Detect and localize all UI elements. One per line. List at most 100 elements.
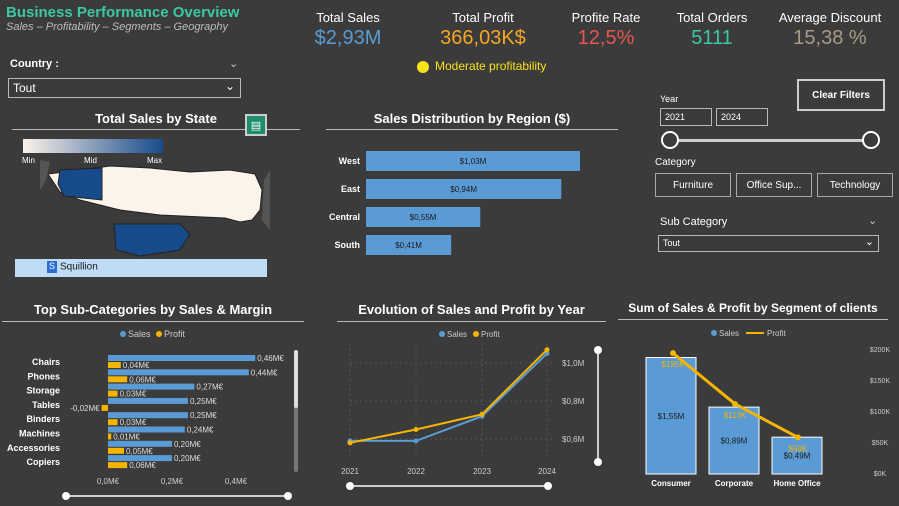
year-label: Year — [660, 94, 679, 104]
legend-profit-dot — [156, 331, 162, 337]
vertical-scrollbar-thumb — [294, 350, 298, 408]
category-office-supplies-button[interactable]: Office Sup... — [736, 173, 812, 197]
kpi-average-discount: Average Discount 15,38 % — [765, 10, 895, 50]
region-data-label: $1,03M — [460, 157, 487, 166]
map-region-south[interactable] — [113, 223, 191, 257]
year-slider-track[interactable] — [670, 139, 872, 142]
map-color-legend — [23, 139, 163, 153]
chevron-down-icon: ⌄ — [864, 236, 874, 248]
legend-sales-dot — [120, 331, 126, 337]
subcat-profit-label: 0,06M€ — [129, 461, 156, 470]
brand-name: Squillion — [60, 261, 98, 273]
subcat-sales-label: 0,46M€ — [257, 354, 284, 363]
category-technology-button[interactable]: Technology — [817, 173, 893, 197]
subcategory-label: Sub Category — [660, 216, 728, 228]
kpi-total-orders: Total Orders 5111 — [647, 10, 777, 50]
subcat-x-tick: 0,4M€ — [225, 477, 248, 486]
subcat-sales-label: 0,20M€ — [174, 454, 201, 463]
region-chart-title: Sales Distribution by Region ($) — [326, 111, 618, 130]
country-dropdown[interactable]: Tout ⌄ — [8, 78, 241, 98]
segment-sales-label: $1,55M — [658, 412, 685, 421]
segment-y-tick: $50K — [872, 440, 889, 447]
map-region-northwest[interactable] — [57, 167, 103, 201]
us-state-map[interactable] — [40, 160, 270, 260]
subcat-chart-title: Top Sub-Categories by Sales & Margin — [2, 302, 304, 322]
subcat-category-label: Chairs — [32, 357, 60, 367]
year-to-input[interactable]: 2024 — [716, 108, 768, 126]
evo-y-tick: $1,0M — [562, 359, 585, 368]
region-data-label: $0,94M — [450, 185, 477, 194]
segment-category-label: Consumer — [651, 479, 691, 488]
subcategory-dropdown[interactable]: Tout ⌄ — [658, 235, 879, 252]
legend-profit-label: Profit — [767, 329, 786, 338]
subcat-category-label: Machines — [19, 429, 60, 439]
subcat-sales-bar — [108, 397, 188, 404]
horizontal-slider-end-handle — [284, 492, 292, 500]
subcat-sales-label: 0,24M€ — [187, 426, 214, 435]
evolution-line-chart[interactable]: Sales Profit $1,0M $0,8M $0,6M 2021 2022 2023 20… — [330, 324, 610, 494]
subcat-sales-label: 0,20M€ — [174, 440, 201, 449]
segment-combo-chart[interactable]: Sales Profit $200K $150K $100K $50K $0K $1,55M C… — [618, 322, 898, 492]
region-bar-chart[interactable]: West $1,03M East $0,94M Central $0,55M South $0… — [326, 140, 616, 270]
subcat-category-label: Tables — [32, 400, 60, 410]
kpi-label: Total Profit — [452, 10, 514, 25]
kpi-label: Average Discount — [778, 10, 882, 25]
evo-y-tick: $0,8M — [562, 397, 585, 406]
page-subtitle: Sales – Profitability – Segments – Geogr… — [6, 21, 228, 33]
subcat-profit-label: -0,02M€ — [70, 404, 100, 413]
subcat-bar-chart[interactable]: Sales Profit Chairs 0,46M€ 0,04M€ Phones 0,44M… — [2, 324, 304, 504]
subcat-profit-bar — [108, 433, 112, 440]
segment-y-tick: $100K — [870, 409, 891, 416]
evo-profit-point — [347, 440, 353, 446]
clear-filters-button[interactable]: Clear Filters — [797, 79, 885, 111]
vertical-slider-bottom-handle — [594, 458, 602, 466]
segment-category-label: Home Office — [773, 479, 821, 488]
profitability-text: Moderate profitability — [435, 59, 547, 73]
subcat-x-tick: 0,2M€ — [161, 477, 184, 486]
segment-profit-point — [670, 350, 676, 357]
kpi-value: 5111 — [691, 27, 733, 49]
year-slider-handle-start[interactable] — [661, 131, 679, 149]
legend-sales-dot — [711, 330, 717, 336]
segment-profit-point — [795, 434, 801, 441]
category-furniture-button[interactable]: Furniture — [655, 173, 731, 197]
subcat-profit-label: 0,03M€ — [120, 390, 147, 399]
kpi-total-profit: Total Profit 366,03K$ — [418, 10, 548, 50]
horizontal-slider-start-handle — [346, 482, 354, 490]
segment-y-tick: $200K — [870, 347, 891, 354]
evo-y-tick: $0,6M — [562, 435, 585, 444]
subcat-profit-bar — [108, 447, 124, 454]
table-view-icon[interactable]: ▤ — [245, 114, 267, 136]
evo-sales-point — [413, 438, 419, 444]
horizontal-slider-end-handle — [544, 482, 552, 490]
year-from-input[interactable]: 2021 — [660, 108, 712, 126]
evo-sales-line — [350, 352, 548, 442]
subcat-profit-bar — [108, 462, 128, 469]
subcat-sales-label: 0,25M€ — [190, 397, 217, 406]
subcat-profit-bar — [108, 419, 118, 426]
region-category-label: Central — [329, 212, 360, 222]
subcat-profit-bar — [108, 376, 128, 383]
subcat-sales-label: 0,25M€ — [190, 411, 217, 420]
country-label: Country : — [10, 58, 59, 70]
legend-sales-label: Sales — [128, 329, 151, 339]
evo-x-tick: 2022 — [407, 467, 425, 476]
evo-profit-point — [413, 427, 419, 432]
kpi-label: Total Orders — [676, 10, 748, 25]
subcat-profit-label: 0,03M€ — [120, 418, 147, 427]
chevron-down-icon[interactable]: ⌄ — [229, 57, 238, 70]
vertical-slider-top-handle — [594, 346, 602, 354]
subcat-category-label: Copiers — [26, 457, 60, 467]
legend-profit-label: Profit — [164, 329, 186, 339]
year-slider-handle-end[interactable] — [862, 131, 880, 149]
subcat-category-label: Binders — [26, 414, 60, 424]
subcat-sales-label: 0,44M€ — [251, 368, 278, 377]
legend-sales-label: Sales — [719, 329, 739, 338]
chevron-down-icon[interactable]: ⌄ — [868, 214, 877, 227]
country-value: Tout — [13, 81, 36, 95]
yellow-dot-icon — [417, 60, 429, 73]
region-category-label: West — [339, 156, 360, 166]
segment-profit-point — [732, 400, 738, 407]
legend-profit-label: Profit — [481, 330, 500, 339]
evo-x-tick: 2024 — [538, 467, 556, 476]
